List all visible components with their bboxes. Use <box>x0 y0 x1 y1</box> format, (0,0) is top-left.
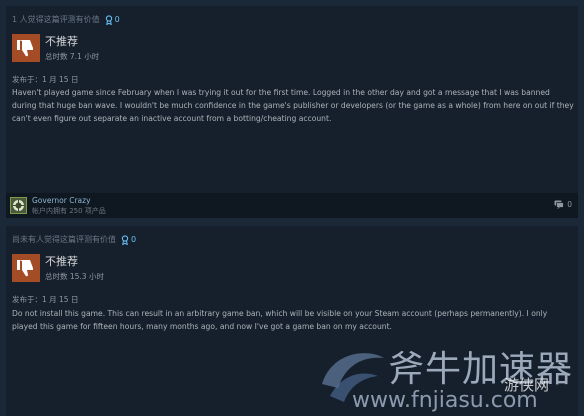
posted-date: 发布于：1 月 15 日 <box>12 75 79 84</box>
award-icon <box>121 234 129 245</box>
author-products[interactable]: 帐户内拥有 250 项产品 <box>32 206 106 216</box>
helpful-line: 1 人觉得这篇评测有价值 0 <box>12 14 120 25</box>
playtime-hours: 总时数 15.3 小时 <box>45 272 104 281</box>
helpful-line: 尚未有人觉得这篇评测有价值 0 <box>12 234 136 245</box>
review-verdict[interactable]: 不推荐 <box>45 33 99 49</box>
avatar-emblem-icon <box>13 200 24 211</box>
review-card-2: 尚未有人觉得这篇评测有价值 0 不推荐 总时数 15.3 小时 发布于：1 月 … <box>6 226 578 416</box>
author-name[interactable]: Governor Crazy <box>32 196 106 205</box>
review-verdict[interactable]: 不推荐 <box>45 253 104 269</box>
comment-button[interactable]: 0 <box>554 200 572 209</box>
thumbs-down-badge <box>12 253 40 282</box>
thumbs-down-icon <box>17 39 33 56</box>
helpful-text: 尚未有人觉得这篇评测有价值 <box>12 235 116 244</box>
comment-count: 0 <box>567 200 572 209</box>
award-button[interactable]: 0 <box>121 234 137 245</box>
verdict-row: 不推荐 总时数 15.3 小时 <box>12 253 104 282</box>
helpful-text: 1 人觉得这篇评测有价值 <box>12 15 100 24</box>
thumbs-down-icon <box>17 259 33 276</box>
author-bar: Governor Crazy 帐户内拥有 250 项产品 0 <box>6 193 578 218</box>
award-count: 0 <box>114 15 120 24</box>
comment-icon <box>554 200 565 209</box>
review-card-1: 1 人觉得这篇评测有价值 0 不推荐 总时数 7.1 小时 发布于：1 月 15… <box>6 6 578 218</box>
thumbs-down-badge <box>12 33 40 62</box>
award-icon <box>105 14 112 25</box>
verdict-row: 不推荐 总时数 7.1 小时 <box>12 33 99 62</box>
award-button[interactable]: 0 <box>105 14 120 25</box>
award-count: 0 <box>131 235 137 244</box>
playtime-hours: 总时数 7.1 小时 <box>45 52 100 61</box>
posted-date: 发布于：1 月 15 日 <box>12 295 79 304</box>
review-body: Do not install this game. This can resul… <box>12 309 548 331</box>
avatar[interactable] <box>10 197 27 214</box>
review-body: Haven't played game since February when … <box>12 88 574 123</box>
